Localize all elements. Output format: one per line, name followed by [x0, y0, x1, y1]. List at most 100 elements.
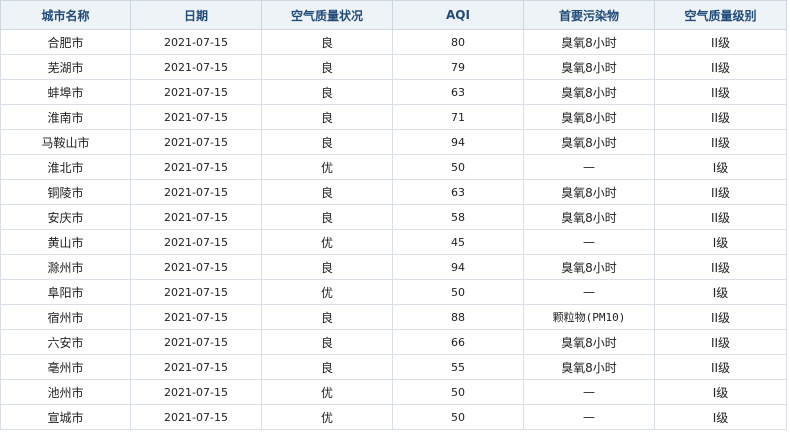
cell-status: 良: [261, 204, 393, 230]
cell-pollutant: 臭氧8小时: [523, 179, 655, 205]
cell-pollutant: 臭氧8小时: [523, 29, 655, 55]
cell-pollutant: —: [523, 379, 655, 405]
cell-level: I级: [654, 379, 787, 405]
cell-status: 良: [261, 79, 393, 105]
cell-pollutant: 颗粒物(PM10): [523, 304, 655, 330]
cell-level: II级: [654, 179, 787, 205]
cell-status: 良: [261, 29, 393, 55]
cell-aqi: 94: [392, 129, 524, 155]
cell-date: 2021-07-15: [130, 229, 262, 255]
cell-level: II级: [654, 54, 787, 80]
cell-aqi: 50: [392, 404, 524, 430]
cell-aqi: 63: [392, 179, 524, 205]
cell-aqi: 79: [392, 54, 524, 80]
table-row: 滁州市 2021-07-15 良 94 臭氧8小时 II级: [0, 254, 787, 280]
cell-status: 良: [261, 254, 393, 280]
cell-pollutant: 臭氧8小时: [523, 329, 655, 355]
cell-pollutant: —: [523, 404, 655, 430]
cell-date: 2021-07-15: [130, 154, 262, 180]
table-row: 芜湖市 2021-07-15 良 79 臭氧8小时 II级: [0, 54, 787, 80]
cell-aqi: 58: [392, 204, 524, 230]
air-quality-table-container: 城市名称 日期 空气质量状况 AQI 首要污染物 空气质量级别 合肥市 2021-…: [0, 0, 787, 430]
cell-pollutant: 臭氧8小时: [523, 204, 655, 230]
cell-aqi: 50: [392, 379, 524, 405]
cell-level: II级: [654, 129, 787, 155]
cell-pollutant: —: [523, 154, 655, 180]
cell-date: 2021-07-15: [130, 29, 262, 55]
cell-level: II级: [654, 304, 787, 330]
cell-date: 2021-07-15: [130, 104, 262, 130]
cell-aqi: 71: [392, 104, 524, 130]
cell-level: I级: [654, 154, 787, 180]
header-level: 空气质量级别: [654, 0, 787, 30]
cell-status: 优: [261, 229, 393, 255]
cell-pollutant: —: [523, 229, 655, 255]
header-city: 城市名称: [0, 0, 131, 30]
cell-level: I级: [654, 279, 787, 305]
cell-city: 宣城市: [0, 404, 131, 430]
cell-city: 六安市: [0, 329, 131, 355]
cell-status: 良: [261, 179, 393, 205]
cell-date: 2021-07-15: [130, 254, 262, 280]
table-row: 宿州市 2021-07-15 良 88 颗粒物(PM10) II级: [0, 304, 787, 330]
cell-date: 2021-07-15: [130, 179, 262, 205]
header-aqi: AQI: [392, 0, 524, 30]
cell-level: I级: [654, 404, 787, 430]
cell-level: I级: [654, 229, 787, 255]
table-row: 淮南市 2021-07-15 良 71 臭氧8小时 II级: [0, 104, 787, 130]
cell-status: 优: [261, 379, 393, 405]
cell-city: 淮南市: [0, 104, 131, 130]
cell-pollutant: 臭氧8小时: [523, 254, 655, 280]
cell-city: 芜湖市: [0, 54, 131, 80]
cell-pollutant: 臭氧8小时: [523, 104, 655, 130]
cell-aqi: 88: [392, 304, 524, 330]
cell-status: 良: [261, 104, 393, 130]
table-row: 淮北市 2021-07-15 优 50— I级: [0, 154, 787, 180]
cell-city: 宿州市: [0, 304, 131, 330]
cell-status: 良: [261, 304, 393, 330]
cell-date: 2021-07-15: [130, 54, 262, 80]
cell-city: 马鞍山市: [0, 129, 131, 155]
cell-aqi: 80: [392, 29, 524, 55]
cell-aqi: 45: [392, 229, 524, 255]
cell-city: 安庆市: [0, 204, 131, 230]
cell-status: 良: [261, 129, 393, 155]
cell-pollutant: —: [523, 279, 655, 305]
cell-level: II级: [654, 254, 787, 280]
cell-level: II级: [654, 329, 787, 355]
cell-date: 2021-07-15: [130, 304, 262, 330]
table-row: 蚌埠市 2021-07-15 良 63 臭氧8小时 II级: [0, 79, 787, 105]
cell-city: 淮北市: [0, 154, 131, 180]
cell-city: 滁州市: [0, 254, 131, 280]
cell-level: II级: [654, 354, 787, 380]
cell-pollutant: 臭氧8小时: [523, 354, 655, 380]
cell-date: 2021-07-15: [130, 329, 262, 355]
air-quality-table: 城市名称 日期 空气质量状况 AQI 首要污染物 空气质量级别 合肥市 2021-…: [0, 0, 787, 430]
header-date: 日期: [130, 0, 262, 30]
cell-date: 2021-07-15: [130, 404, 262, 430]
cell-aqi: 55: [392, 354, 524, 380]
cell-city: 铜陵市: [0, 179, 131, 205]
table-header-row: 城市名称 日期 空气质量状况 AQI 首要污染物 空气质量级别: [0, 0, 787, 30]
cell-level: II级: [654, 79, 787, 105]
table-row: 马鞍山市 2021-07-15 良 94 臭氧8小时 II级: [0, 129, 787, 155]
table-row: 黄山市 2021-07-15 优 45— I级: [0, 229, 787, 255]
cell-status: 良: [261, 354, 393, 380]
cell-date: 2021-07-15: [130, 279, 262, 305]
cell-status: 良: [261, 54, 393, 80]
table-row: 六安市 2021-07-15 良 66 臭氧8小时 II级: [0, 329, 787, 355]
cell-date: 2021-07-15: [130, 204, 262, 230]
cell-pollutant: 臭氧8小时: [523, 129, 655, 155]
cell-city: 合肥市: [0, 29, 131, 55]
cell-city: 蚌埠市: [0, 79, 131, 105]
cell-pollutant: 臭氧8小时: [523, 54, 655, 80]
cell-status: 良: [261, 329, 393, 355]
cell-level: II级: [654, 204, 787, 230]
table-row: 亳州市 2021-07-15 良 55 臭氧8小时 II级: [0, 354, 787, 380]
cell-city: 黄山市: [0, 229, 131, 255]
header-status: 空气质量状况: [261, 0, 393, 30]
header-pollutant: 首要污染物: [523, 0, 655, 30]
cell-date: 2021-07-15: [130, 129, 262, 155]
cell-city: 亳州市: [0, 354, 131, 380]
cell-level: II级: [654, 29, 787, 55]
